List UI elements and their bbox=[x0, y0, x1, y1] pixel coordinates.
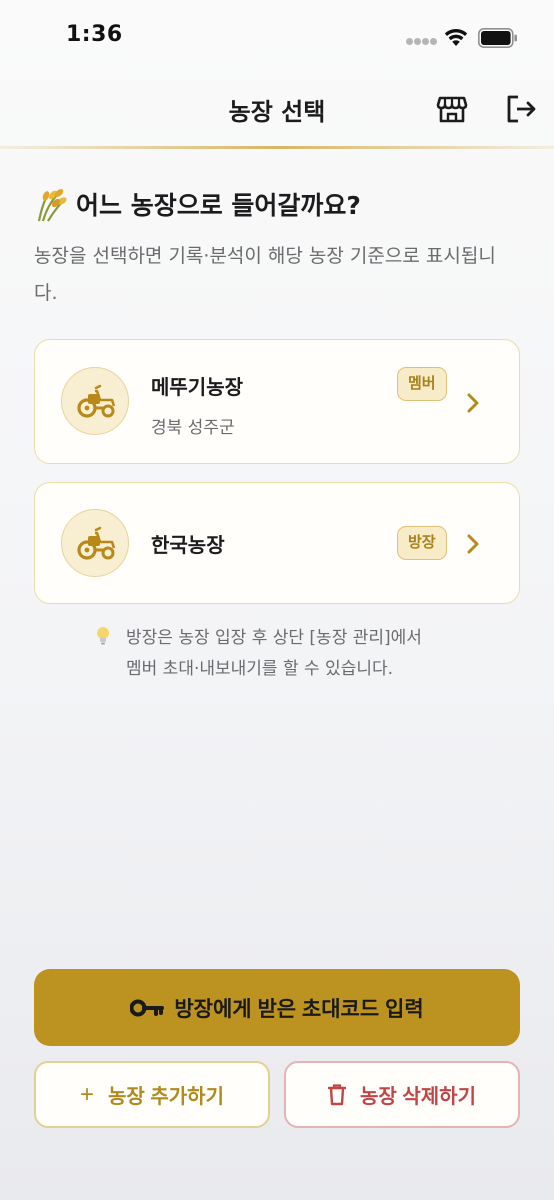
farm-name: 한국농장 bbox=[151, 533, 225, 557]
role-badge: 멤버 bbox=[397, 367, 447, 401]
tractor-icon bbox=[77, 384, 116, 418]
lightbulb-icon bbox=[97, 627, 109, 645]
tractor-icon bbox=[77, 526, 116, 560]
header-divider bbox=[0, 146, 554, 149]
tip-text: 방장은 농장 입장 후 상단 [농장 관리]에서 멤버 초대·내보내기를 할 수… bbox=[126, 623, 422, 685]
plus-icon: + bbox=[80, 1080, 95, 1108]
battery-icon bbox=[478, 28, 517, 48]
tip-line: 멤버 초대·내보내기를 할 수 있습니다. bbox=[126, 659, 394, 679]
logout-icon[interactable] bbox=[504, 92, 538, 126]
section-subtitle: 농장을 선택하면 기록·분석이 해당 농장 기준으로 표시됩니다. bbox=[34, 245, 496, 304]
store-icon[interactable] bbox=[435, 92, 469, 126]
farm-location: 경북 성주군 bbox=[151, 418, 235, 438]
farm-card[interactable]: 메뚜기농장 경북 성주군 멤버 bbox=[34, 339, 520, 464]
cellular-signal-icon bbox=[406, 38, 437, 48]
delete-farm-button[interactable]: 농장 삭제하기 bbox=[284, 1061, 520, 1128]
farm-name: 메뚜기농장 bbox=[151, 375, 243, 399]
tip-line: 방장은 농장 입장 후 상단 [농장 관리]에서 bbox=[126, 628, 422, 648]
section-heading: 어느 농장으로 들어갈까요? bbox=[76, 191, 361, 220]
key-icon bbox=[130, 999, 165, 1016]
wifi-icon bbox=[444, 28, 468, 46]
heading-row: 어느 농장으로 들어갈까요? bbox=[34, 186, 361, 222]
farm-avatar bbox=[61, 509, 129, 577]
farm-avatar bbox=[61, 367, 129, 435]
add-farm-button[interactable]: + 농장 추가하기 bbox=[34, 1061, 270, 1128]
invite-code-button[interactable]: 방장에게 받은 초대코드 입력 bbox=[34, 969, 520, 1046]
farm-card[interactable]: 한국농장 방장 bbox=[34, 482, 520, 604]
add-farm-label: 농장 추가하기 bbox=[108, 1086, 224, 1108]
chevron-right-icon bbox=[467, 534, 479, 554]
rice-plant-icon bbox=[37, 189, 67, 222]
delete-farm-label: 농장 삭제하기 bbox=[360, 1086, 476, 1108]
chevron-right-icon bbox=[467, 393, 479, 413]
trash-icon bbox=[328, 1083, 347, 1105]
page-title: 농장 선택 bbox=[228, 98, 326, 126]
navigation-bar: 농장 선택 bbox=[0, 74, 554, 146]
invite-code-label: 방장에게 받은 초대코드 입력 bbox=[174, 997, 424, 1021]
status-bar: 1:36 bbox=[0, 0, 554, 74]
role-badge: 방장 bbox=[397, 526, 447, 560]
status-time: 1:36 bbox=[66, 22, 123, 47]
